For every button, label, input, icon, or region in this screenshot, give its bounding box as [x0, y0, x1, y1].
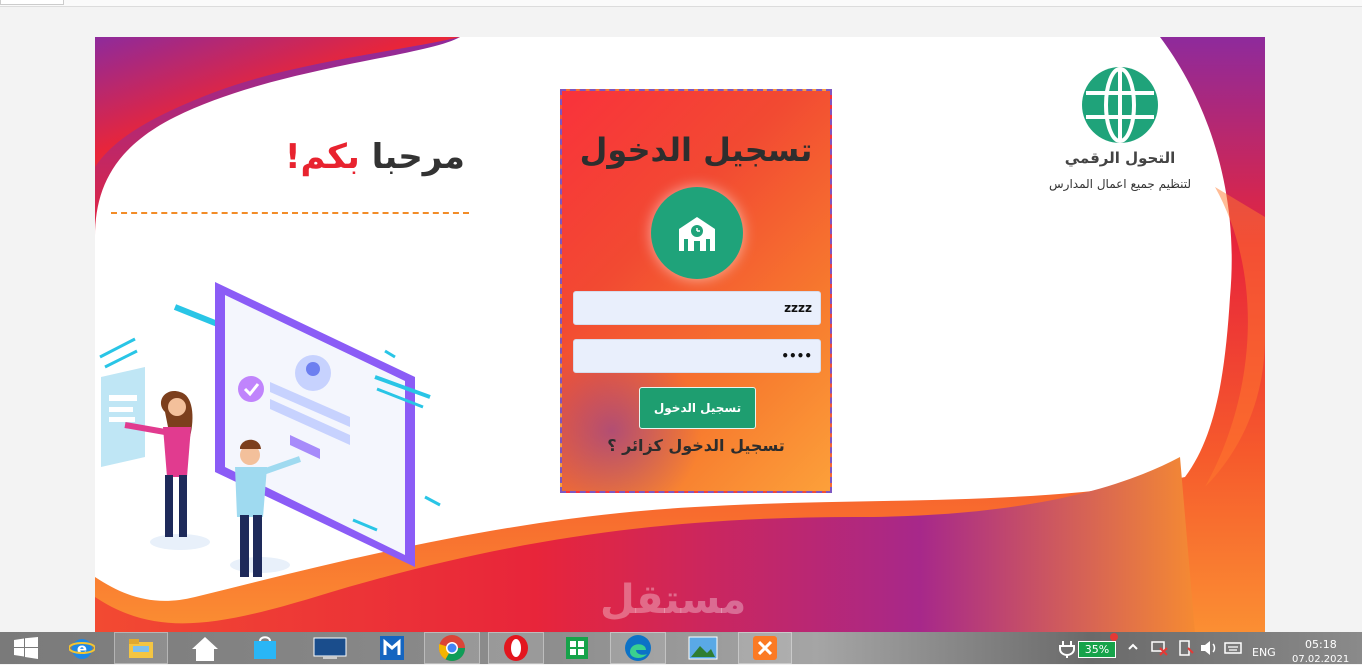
file-explorer-icon[interactable]	[114, 632, 168, 664]
keyboard-icon[interactable]	[1224, 640, 1242, 656]
page-card: التحول الرقمي لتنظيم جميع اعمال المدارس …	[95, 37, 1265, 633]
power-plug-icon[interactable]	[1058, 640, 1076, 658]
browser-top-strip	[0, 0, 1362, 7]
battery-indicator[interactable]: 35%	[1078, 641, 1116, 658]
guest-login-link[interactable]: تسجيل الدخول كزائر ؟	[562, 436, 830, 455]
notification-dot-icon	[1110, 633, 1118, 641]
office-icon[interactable]	[552, 632, 602, 664]
ie-icon[interactable]: e	[60, 632, 104, 664]
volume-icon[interactable]	[1200, 640, 1218, 656]
taskbar: e	[0, 632, 1362, 664]
brand-block: التحول الرقمي لتنظيم جميع اعمال المدارس	[1020, 67, 1220, 191]
device-icon[interactable]	[1178, 639, 1194, 657]
chevron-up-icon[interactable]	[1128, 642, 1138, 652]
photos-icon[interactable]	[676, 632, 730, 664]
welcome-exclaim: !	[285, 137, 301, 177]
store-icon[interactable]	[240, 632, 290, 664]
opera-icon[interactable]	[488, 632, 544, 664]
welcome-heading: مرحبا بكم!	[285, 137, 465, 177]
clock-date[interactable]: 07.02.2021	[1292, 654, 1349, 665]
language-indicator[interactable]: ENG	[1252, 646, 1276, 659]
password-input[interactable]	[573, 339, 821, 373]
start-icon[interactable]	[8, 632, 44, 664]
maxthon-icon[interactable]	[370, 632, 414, 664]
brand-tagline: لتنظيم جميع اعمال المدارس	[1049, 177, 1191, 191]
login-panel: تسجيل الدخول تسجيل الدخول تسجيل الدخول ك…	[560, 89, 832, 493]
username-input[interactable]	[573, 291, 821, 325]
watermark-logo: مستقل	[600, 577, 747, 623]
home-icon[interactable]	[180, 632, 230, 664]
welcome-word-2: بكم	[300, 137, 360, 177]
login-title: تسجيل الدخول	[579, 131, 813, 169]
network-disconnected-icon[interactable]	[1150, 640, 1168, 656]
brand-name: التحول الرقمي	[1064, 149, 1176, 167]
welcome-divider	[111, 212, 469, 214]
edge-icon[interactable]	[610, 632, 666, 664]
login-button[interactable]: تسجيل الدخول	[639, 387, 756, 429]
lenovo-icon[interactable]	[300, 632, 360, 664]
welcome-word-1: مرحبا	[371, 137, 465, 177]
school-icon	[651, 187, 743, 279]
chrome-icon[interactable]	[424, 632, 480, 664]
people-screen-illustration	[99, 282, 441, 577]
clock-time[interactable]: 05:18	[1305, 638, 1337, 651]
globe-icon	[1082, 67, 1158, 143]
browser-tab[interactable]	[0, 0, 64, 5]
xampp-icon[interactable]	[738, 632, 792, 664]
